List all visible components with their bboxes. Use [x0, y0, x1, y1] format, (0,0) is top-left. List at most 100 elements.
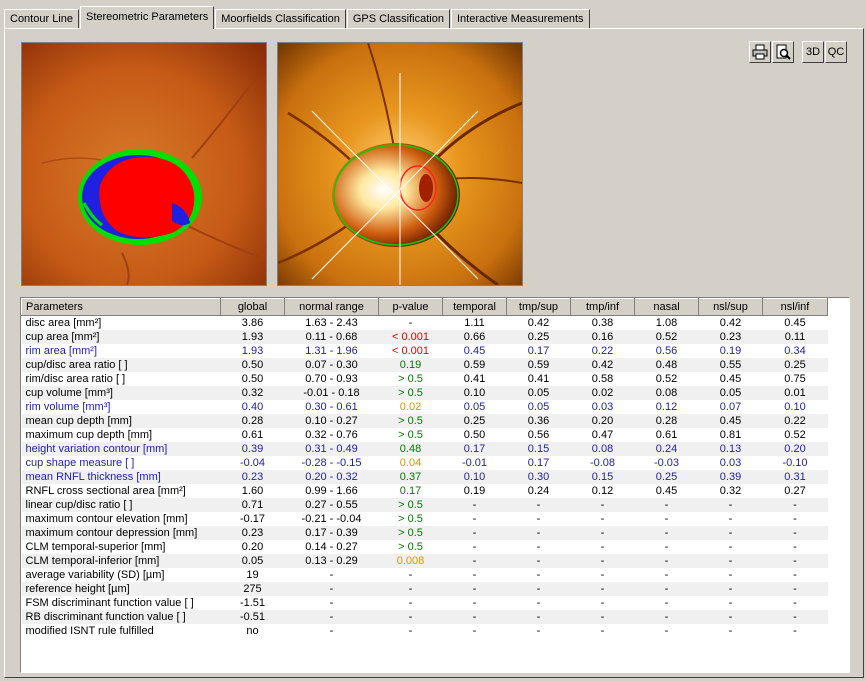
parameters-table[interactable]: Parameters global normal range p-value tempo… — [20, 297, 850, 673]
cell-ni: 0.34 — [784, 345, 806, 357]
table-row[interactable]: CLM temporal-inferior [mm] 0.05 0.13 - 0.2… — [21, 554, 828, 568]
table-row[interactable]: disc area [mm²] 3.86 1.63 - 2.43 - 1.11 0.42 0… — [22, 316, 828, 331]
parameter-name: CLM temporal-superior [mm] — [25, 541, 166, 553]
table-row[interactable]: modified ISNT rule fulfilled no - - - - - - - - — [22, 624, 828, 638]
table-row[interactable]: average variability (SD) [µm] 19 - - - - - - - - — [22, 568, 828, 582]
cell-ti: 0.47 — [591, 429, 614, 441]
tab-stereometric-parameters[interactable]: Stereometric Parameters — [80, 6, 215, 29]
cell-t: 1.11 — [464, 317, 485, 329]
cell-ti: 0.20 — [570, 414, 635, 428]
table-row[interactable]: rim/disc area ratio [ ] 0.50 0.70 - 0.93 > … — [22, 372, 828, 386]
column-header-parameters[interactable]: Parameters — [21, 298, 221, 316]
print-preview-button[interactable] — [772, 41, 794, 63]
cell-n: - — [664, 513, 669, 525]
cell-range: 1.63 - 2.43 — [305, 317, 358, 329]
cell-ts: - — [536, 541, 541, 553]
table-row[interactable]: RNFL cross sectional area [mm²] 1.60 0.99 … — [22, 484, 828, 498]
parameter-name: RNFL cross sectional area [mm²] — [25, 485, 186, 497]
cell-global: 3.86 — [241, 317, 264, 329]
cell-n: 0.52 — [634, 330, 699, 344]
cell-ni: 0.01 — [762, 386, 828, 400]
cell-ni: - — [762, 498, 828, 512]
column-header-global[interactable]: global — [220, 298, 285, 316]
qc-button[interactable]: QC — [825, 41, 847, 63]
table-row[interactable]: maximum contour elevation [mm] -0.17 -0.21… — [22, 512, 828, 526]
column-header-temporal[interactable]: temporal — [442, 298, 507, 316]
table-row[interactable]: cup/disc area ratio [ ] 0.50 0.07 - 0.30 0.… — [21, 358, 828, 372]
table-row[interactable]: RB discriminant function value [ ] -0.51-… — [21, 610, 828, 624]
cell-ti: - — [600, 569, 605, 581]
parameter-name: RB discriminant function value [ ] — [21, 610, 221, 624]
cell-ns: 0.45 — [719, 373, 742, 385]
table-row[interactable]: mean RNFL thickness [mm] 0.23 0.20 - 0.32 0… — [21, 470, 828, 484]
cell-ts: - — [506, 554, 571, 568]
tab-strip: Contour Line Stereometric Parameters Moorf… — [4, 6, 591, 29]
cell-ti: 0.16 — [570, 330, 635, 344]
table-row[interactable]: reference height [µm] 275- - - - - - - - — [21, 582, 828, 596]
cell-n: 0.48 — [634, 358, 699, 372]
cell-p: > 0.5 — [378, 498, 443, 512]
cell-ni: 0.75 — [784, 373, 806, 385]
column-header-normal-range[interactable]: normal range — [284, 298, 379, 316]
cell-ts: - — [506, 498, 571, 512]
parameter-name: linear cup/disc ratio [ ] — [21, 498, 221, 512]
table-row[interactable]: FSM discriminant function value [ ] -1.51… — [22, 596, 828, 610]
table-row[interactable]: cup area [mm²] 1.93 0.11 - 0.68 < 0.001 0.66… — [21, 330, 828, 344]
cell-ts: 0.41 — [527, 373, 550, 385]
cell-p: < 0.001 — [378, 330, 443, 344]
cell-ts: - — [536, 569, 541, 581]
cell-global: 0.39 — [220, 442, 285, 456]
3d-view-button[interactable]: 3D — [802, 41, 824, 63]
cell-ns: 0.32 — [719, 485, 742, 497]
table-row[interactable]: height variation contour [mm] 0.39 0.31 - … — [21, 442, 828, 456]
table-row[interactable]: mean cup depth [mm] 0.28 0.10 - 0.27 > 0.5 0… — [21, 414, 828, 428]
cell-ti: 0.38 — [591, 317, 614, 329]
cell-ns: 0.55 — [698, 358, 763, 372]
cell-ts: 0.36 — [506, 414, 571, 428]
table-row[interactable]: cup volume [mm³] 0.32 -0.01 - 0.18 > 0.5 0.1… — [21, 386, 828, 400]
table-row[interactable]: linear cup/disc ratio [ ] 0.71 0.27 - 0.55… — [21, 498, 828, 512]
column-header-tmp-inf[interactable]: tmp/inf — [570, 298, 635, 316]
table-row[interactable]: maximum cup depth [mm] 0.61 0.32 - 0.76 > 0… — [22, 428, 828, 442]
topography-image[interactable] — [21, 42, 267, 286]
parameter-name: mean RNFL thickness [mm] — [21, 470, 221, 484]
column-header-nasal[interactable]: nasal — [634, 298, 699, 316]
cell-n: 0.08 — [634, 386, 699, 400]
cell-ns: - — [728, 597, 733, 609]
table-row[interactable]: rim volume [mm³] 0.40 0.30 - 0.61 0.02 0.05 0… — [22, 400, 828, 414]
cell-range: 0.14 - 0.27 — [305, 541, 358, 553]
cell-t: 0.59 — [442, 358, 507, 372]
cell-ts: 0.05 — [506, 386, 571, 400]
cell-ts: 0.59 — [506, 358, 571, 372]
table-row[interactable]: rim area [mm²] 1.93 1.31 - 1.96 < 0.001 0.45… — [22, 344, 828, 358]
cell-ni: - — [762, 554, 828, 568]
column-header-nsl-sup[interactable]: nsl/sup — [698, 298, 763, 316]
tab-gps-classification[interactable]: GPS Classification — [346, 9, 450, 29]
cell-n: 0.56 — [655, 345, 678, 357]
table-row[interactable]: cup shape measure [ ] -0.04 -0.28 - -0.15 0… — [22, 456, 828, 470]
cell-ts: 0.05 — [527, 401, 550, 413]
cell-ti: - — [570, 610, 635, 624]
cell-ns: 0.05 — [698, 386, 763, 400]
cell-ti: -0.08 — [589, 457, 616, 469]
cell-range: 0.32 - 0.76 — [305, 429, 358, 441]
cell-n: - — [664, 625, 669, 637]
parameter-name: disc area [mm²] — [25, 317, 102, 329]
column-header-nsl-inf[interactable]: nsl/inf — [762, 298, 828, 316]
cell-p: > 0.5 — [378, 386, 443, 400]
table-row[interactable]: CLM temporal-superior [mm] 0.20 0.14 - 0.2… — [22, 540, 828, 554]
cell-t: 0.25 — [442, 414, 507, 428]
cell-ns: - — [698, 610, 763, 624]
print-button[interactable] — [749, 41, 771, 63]
reflectance-image[interactable] — [277, 42, 523, 286]
tab-contour-line[interactable]: Contour Line — [4, 9, 79, 29]
parameter-name: reference height [µm] — [21, 582, 221, 596]
cell-t: 0.10 — [442, 386, 507, 400]
column-header-tmp-sup[interactable]: tmp/sup — [506, 298, 571, 316]
tab-moorfields-classification[interactable]: Moorfields Classification — [215, 9, 346, 29]
cell-t: - — [472, 569, 477, 581]
parameter-name: rim volume [mm³] — [25, 401, 111, 413]
column-header-p-value[interactable]: p-value — [378, 298, 443, 316]
tab-interactive-measurements[interactable]: Interactive Measurements — [450, 9, 590, 29]
table-row[interactable]: maximum contour depression [mm] 0.23 0.17 … — [21, 526, 828, 540]
